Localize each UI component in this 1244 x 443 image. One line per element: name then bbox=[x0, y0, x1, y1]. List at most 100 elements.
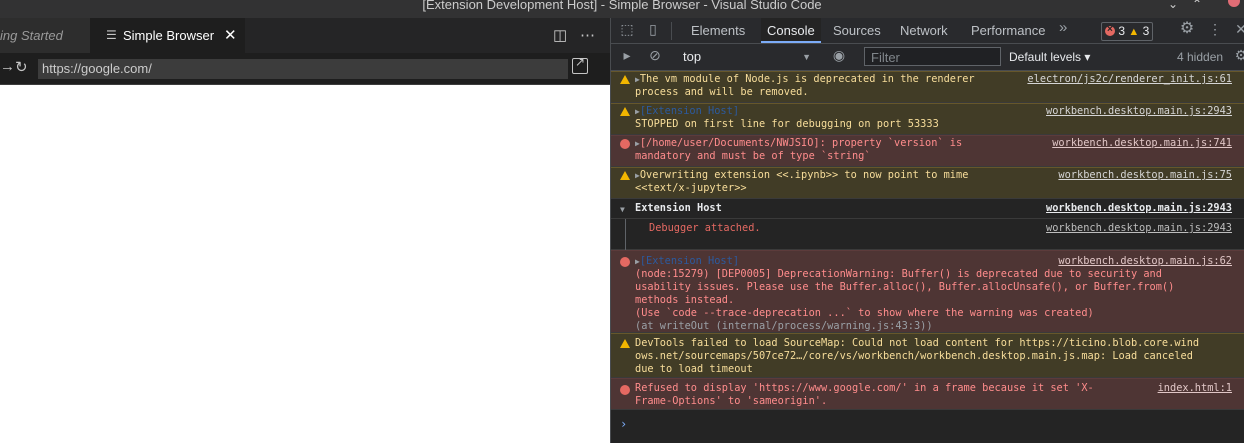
message-source-link[interactable]: electron/js2c/renderer_init.js:61 bbox=[1027, 73, 1232, 86]
message-text: ▶The vm module of Node.js is deprecated … bbox=[635, 73, 975, 98]
message-line: STOPPED on first line for debugging on p… bbox=[635, 118, 939, 130]
filter-input[interactable]: Filter bbox=[864, 47, 1001, 66]
issues-badge[interactable]: 3 ▲ 3 bbox=[1101, 21, 1154, 41]
message-line: Frame-Options' to 'sameorigin'. bbox=[635, 395, 828, 407]
message-line: (at writeOut (internal/process/warning.j… bbox=[635, 320, 933, 332]
tab-console[interactable]: Console bbox=[761, 18, 821, 43]
message-line: [Extension Host] bbox=[639, 255, 740, 267]
message-line: methods instead. bbox=[635, 294, 735, 306]
error-icon bbox=[620, 385, 630, 395]
error-icon bbox=[620, 257, 630, 267]
browser-file-icon: ☰ bbox=[106, 28, 117, 42]
minimize-icon[interactable]: ⌄ bbox=[1168, 0, 1178, 11]
levels-label: Default levels bbox=[1009, 50, 1082, 64]
console-message[interactable]: ▶[Extension Host] (node:15279) [DEP0005]… bbox=[611, 250, 1244, 333]
error-icon bbox=[620, 139, 630, 149]
reload-icon[interactable]: ↻ bbox=[15, 58, 28, 76]
tab-network[interactable]: Network bbox=[894, 18, 954, 43]
more-tabs-icon[interactable]: » bbox=[1059, 19, 1067, 36]
maximize-icon[interactable]: ⌃ bbox=[1192, 0, 1202, 11]
message-text: ▶Overwriting extension <<.ipynb>> to now… bbox=[635, 169, 969, 194]
message-text: DevTools failed to load SourceMap: Could… bbox=[635, 337, 1199, 376]
error-count: 3 bbox=[1118, 24, 1126, 38]
divider bbox=[671, 22, 672, 40]
console-message[interactable]: ▶The vm module of Node.js is deprecated … bbox=[611, 71, 1244, 103]
tab-elements[interactable]: Elements bbox=[685, 18, 751, 43]
editor-area: ing Started ☰ Simple Browser ✕ ◫ ⋯ → ↻ h… bbox=[0, 18, 610, 443]
message-line: due to load timeout bbox=[635, 363, 753, 375]
title-bar: [Extension Development Host] - Simple Br… bbox=[0, 0, 1244, 18]
console-message[interactable]: ▶[Extension Host] STOPPED on first line … bbox=[611, 103, 1244, 135]
message-source-link[interactable]: workbench.desktop.main.js:2943 bbox=[1046, 222, 1232, 235]
close-tab-icon[interactable]: ✕ bbox=[224, 18, 237, 53]
message-line: <<text/x-jupyter>> bbox=[635, 182, 747, 194]
editor-tab-bar: ing Started ☰ Simple Browser ✕ ◫ ⋯ bbox=[0, 18, 610, 53]
message-source-link[interactable]: workbench.desktop.main.js:2943 bbox=[1046, 202, 1232, 215]
warning-count: 3 bbox=[1142, 24, 1150, 38]
console-group-header[interactable]: ▼ Extension Host workbench.desktop.main.… bbox=[611, 199, 1244, 219]
message-text: Refused to display 'https://www.google.c… bbox=[635, 382, 1094, 408]
forward-icon[interactable]: → bbox=[0, 58, 15, 75]
message-line: DevTools failed to load SourceMap: Could… bbox=[635, 337, 1200, 349]
message-line: usability issues. Please use the Buffer.… bbox=[635, 281, 1175, 293]
settings-gear-icon[interactable]: ⚙ bbox=[1179, 21, 1195, 37]
message-source-link[interactable]: workbench.desktop.main.js:741 bbox=[1052, 137, 1232, 150]
group-title: Extension Host bbox=[635, 202, 722, 214]
group-expanded-icon[interactable]: ▼ bbox=[620, 203, 625, 216]
message-source-link[interactable]: workbench.desktop.main.js:62 bbox=[1058, 255, 1232, 268]
error-icon bbox=[1105, 21, 1115, 38]
console-settings-icon[interactable]: ⚙ bbox=[1233, 47, 1244, 63]
console-message[interactable]: Debugger attached. workbench.desktop.mai… bbox=[611, 219, 1244, 250]
tab-performance[interactable]: Performance bbox=[965, 18, 1051, 43]
console-toolbar: ▸ ⊘ top ▼ ◉ Filter Default levels ▾ 4 hi… bbox=[611, 44, 1244, 71]
browser-page[interactable] bbox=[0, 85, 610, 443]
close-devtools-icon[interactable]: ✕ bbox=[1233, 21, 1244, 37]
message-line: (node:15279) [DEP0005] DeprecationWarnin… bbox=[635, 268, 1162, 280]
console-message[interactable]: DevTools failed to load SourceMap: Could… bbox=[611, 333, 1244, 378]
tab-label: ing Started bbox=[0, 28, 63, 43]
warning-icon bbox=[620, 75, 630, 84]
message-text: ▶[/home/user/Documents/NWJSIO]: property… bbox=[635, 137, 963, 162]
split-editor-icon[interactable]: ◫ bbox=[553, 18, 567, 53]
message-line: ows.net/sourcemaps/507ce72…/core/vs/work… bbox=[635, 350, 1193, 362]
log-levels-dropdown[interactable]: Default levels ▾ bbox=[1009, 48, 1090, 66]
message-line: process and will be removed. bbox=[635, 86, 809, 98]
more-actions-icon[interactable]: ⋯ bbox=[580, 18, 595, 53]
chevron-down-icon: ▼ bbox=[802, 52, 811, 62]
message-source-link[interactable]: index.html:1 bbox=[1158, 382, 1232, 395]
console-message[interactable]: ▶Overwriting extension <<.ipynb>> to now… bbox=[611, 167, 1244, 199]
message-line: [/home/user/Documents/NWJSIO]: property … bbox=[639, 137, 963, 149]
console-message[interactable]: Refused to display 'https://www.google.c… bbox=[611, 378, 1244, 410]
tab-sources[interactable]: Sources bbox=[827, 18, 887, 43]
inspect-element-icon[interactable]: ⬚ bbox=[619, 21, 635, 37]
open-external-icon[interactable] bbox=[572, 55, 588, 74]
tab-label: Simple Browser bbox=[123, 28, 215, 43]
sidebar-toggle-icon[interactable]: ▸ bbox=[619, 47, 635, 63]
browser-nav-bar: → ↻ https://google.com/ bbox=[0, 53, 610, 85]
context-selector[interactable]: top ▼ bbox=[683, 48, 811, 66]
message-text: ▶[Extension Host] STOPPED on first line … bbox=[635, 105, 939, 130]
message-source-link[interactable]: workbench.desktop.main.js:75 bbox=[1058, 169, 1232, 182]
tab-simple-browser[interactable]: ☰ Simple Browser ✕ bbox=[90, 18, 245, 53]
warning-icon bbox=[620, 171, 630, 180]
tab-getting-started[interactable]: ing Started bbox=[0, 18, 90, 53]
live-expression-eye-icon[interactable]: ◉ bbox=[831, 47, 847, 63]
hidden-count: 4 hidden bbox=[1177, 50, 1224, 64]
devtools-tab-bar: ⬚ ▯ Elements Console Sources Network Per… bbox=[611, 18, 1244, 44]
context-value: top bbox=[683, 49, 702, 64]
message-line: Refused to display 'https://www.google.c… bbox=[635, 382, 1094, 394]
group-indent-line bbox=[625, 219, 626, 250]
devtools-panel: ⬚ ▯ Elements Console Sources Network Per… bbox=[610, 18, 1244, 443]
warning-icon: ▲ bbox=[1128, 26, 1140, 38]
warning-icon bbox=[620, 107, 630, 116]
kebab-menu-icon[interactable]: ⋮ bbox=[1207, 21, 1223, 37]
url-input[interactable]: https://google.com/ bbox=[38, 59, 568, 79]
console-output[interactable]: ▶The vm module of Node.js is deprecated … bbox=[611, 71, 1244, 443]
console-message[interactable]: ▶[/home/user/Documents/NWJSIO]: property… bbox=[611, 135, 1244, 167]
console-prompt[interactable]: › bbox=[620, 418, 627, 431]
message-source-link[interactable]: workbench.desktop.main.js:2943 bbox=[1046, 105, 1232, 118]
window-title: [Extension Development Host] - Simple Br… bbox=[422, 0, 822, 12]
clear-console-icon[interactable]: ⊘ bbox=[647, 47, 663, 63]
message-line: (Use `code --trace-deprecation ...` to s… bbox=[635, 307, 1094, 319]
device-toolbar-icon[interactable]: ▯ bbox=[645, 21, 661, 37]
